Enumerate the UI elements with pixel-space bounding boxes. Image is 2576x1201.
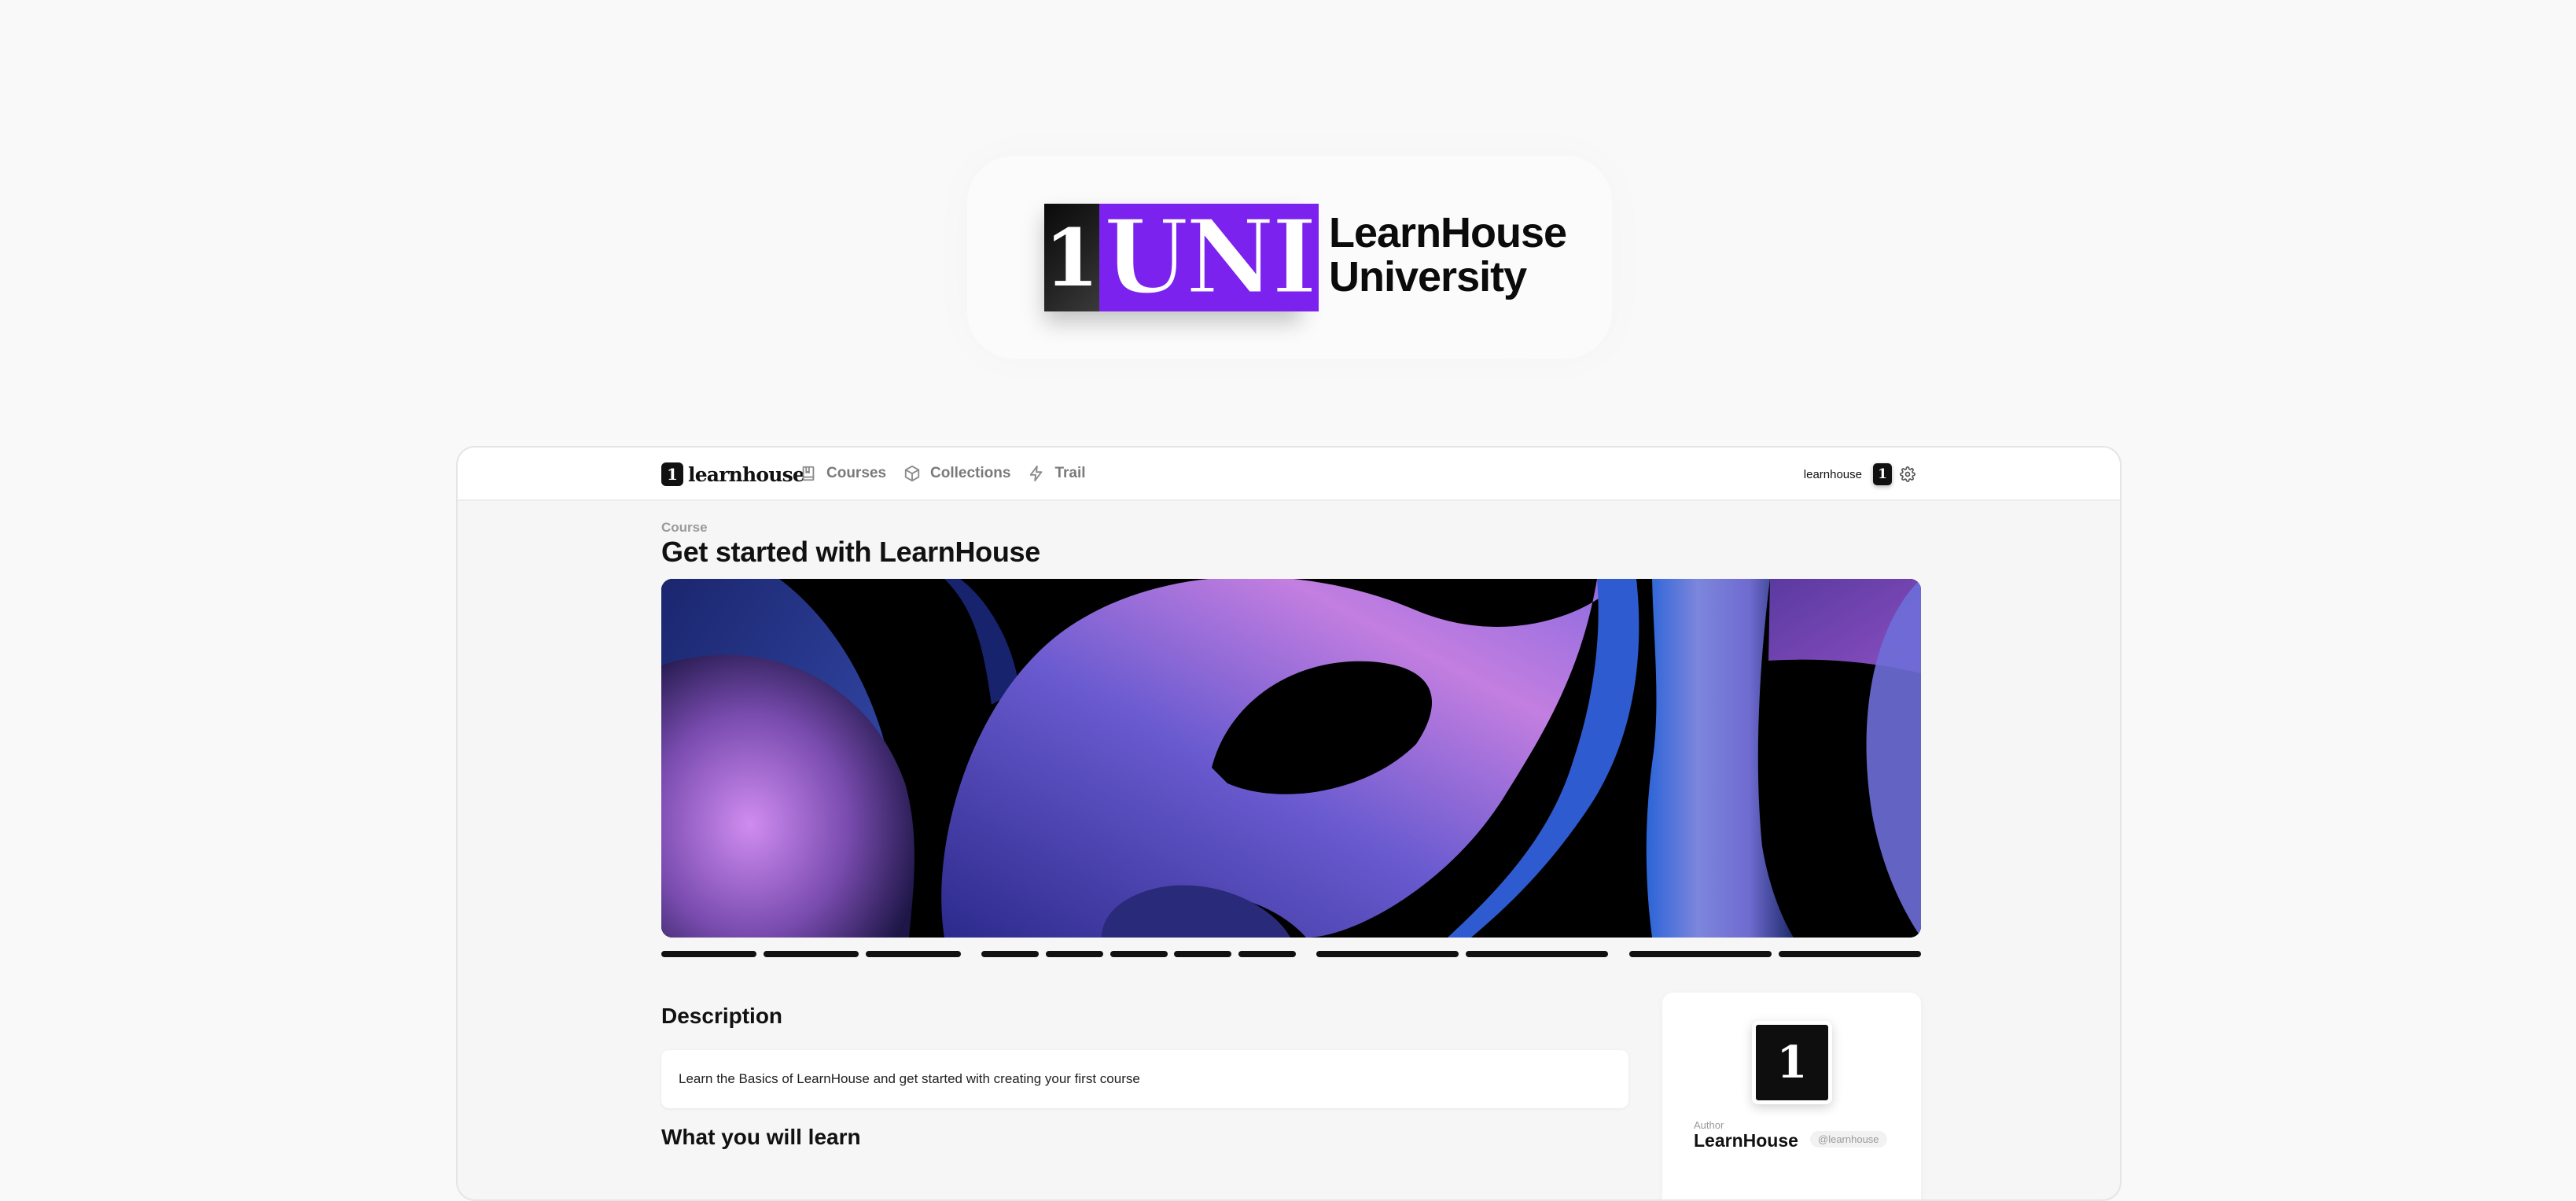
nav-link-label: Courses [826, 465, 887, 481]
progress-segment[interactable] [764, 951, 859, 957]
logo-uni-text: UNI [1102, 197, 1318, 318]
progress-segment[interactable] [981, 951, 1039, 957]
author-handle: @learnhouse [1810, 1131, 1887, 1148]
nav-user-area: learnhouse 1 [1804, 463, 1915, 485]
progress-segment[interactable] [1779, 951, 1921, 957]
university-name-line2: University [1329, 253, 1527, 300]
user-avatar[interactable]: 1 [1873, 463, 1892, 485]
author-label: Author [1694, 1119, 1724, 1131]
logo-mark: 1 [1044, 204, 1099, 311]
nav-links: Courses Collections Trail [800, 465, 1103, 482]
nav-link-collections[interactable]: Collections [903, 465, 1010, 482]
box-icon [904, 465, 920, 482]
app-window: 1 learnhouse Courses Collections Trail l… [456, 446, 2122, 1201]
breadcrumb: Course [661, 520, 708, 535]
progress-segment[interactable] [1238, 951, 1296, 957]
course-progress-bar [661, 951, 1921, 958]
nav-link-label: Collections [930, 465, 1011, 481]
nav-link-trail[interactable]: Trail [1028, 465, 1086, 482]
logo-uni-block: UNI [1098, 197, 1319, 318]
progress-segment[interactable] [1466, 951, 1608, 957]
university-name-line1: LearnHouse [1329, 209, 1567, 256]
progress-segment[interactable] [1316, 951, 1459, 957]
author-card: 1 Author LearnHouse @learnhouse [1662, 993, 1921, 1199]
progress-segment[interactable] [661, 951, 756, 957]
brand-word: learnhouse [688, 462, 805, 486]
progress-segment[interactable] [1110, 951, 1168, 957]
description-heading: Description [661, 1004, 783, 1028]
author-avatar[interactable]: 1 [1752, 1021, 1832, 1104]
progress-segment[interactable] [1629, 951, 1772, 957]
page-title: Get started with LearnHouse [661, 536, 1040, 568]
zap-icon [1030, 465, 1043, 482]
nav-link-label: Trail [1054, 465, 1086, 481]
gear-icon[interactable] [1900, 466, 1915, 482]
university-logo: 1 UNI [1044, 204, 1319, 311]
learn-heading: What you will learn [661, 1125, 861, 1149]
progress-segment[interactable] [1174, 951, 1231, 957]
book-icon [802, 466, 815, 481]
author-name[interactable]: LearnHouse [1694, 1130, 1798, 1151]
top-navbar: 1 learnhouse Courses Collections Trail l… [458, 448, 2120, 501]
cover-artwork [661, 579, 1921, 938]
course-cover-image [661, 579, 1921, 938]
description-box: Learn the Basics of LearnHouse and get s… [661, 1050, 1628, 1108]
brand-mark: 1 [661, 462, 683, 486]
university-name: LearnHouse University [1329, 209, 1567, 300]
brand-logo[interactable]: 1 learnhouse [661, 462, 805, 486]
description-text: Learn the Basics of LearnHouse and get s… [679, 1071, 1140, 1086]
progress-segment[interactable] [866, 951, 961, 957]
progress-segment[interactable] [1046, 951, 1103, 957]
nav-link-courses[interactable]: Courses [800, 465, 886, 482]
org-name[interactable]: learnhouse [1804, 468, 1862, 481]
